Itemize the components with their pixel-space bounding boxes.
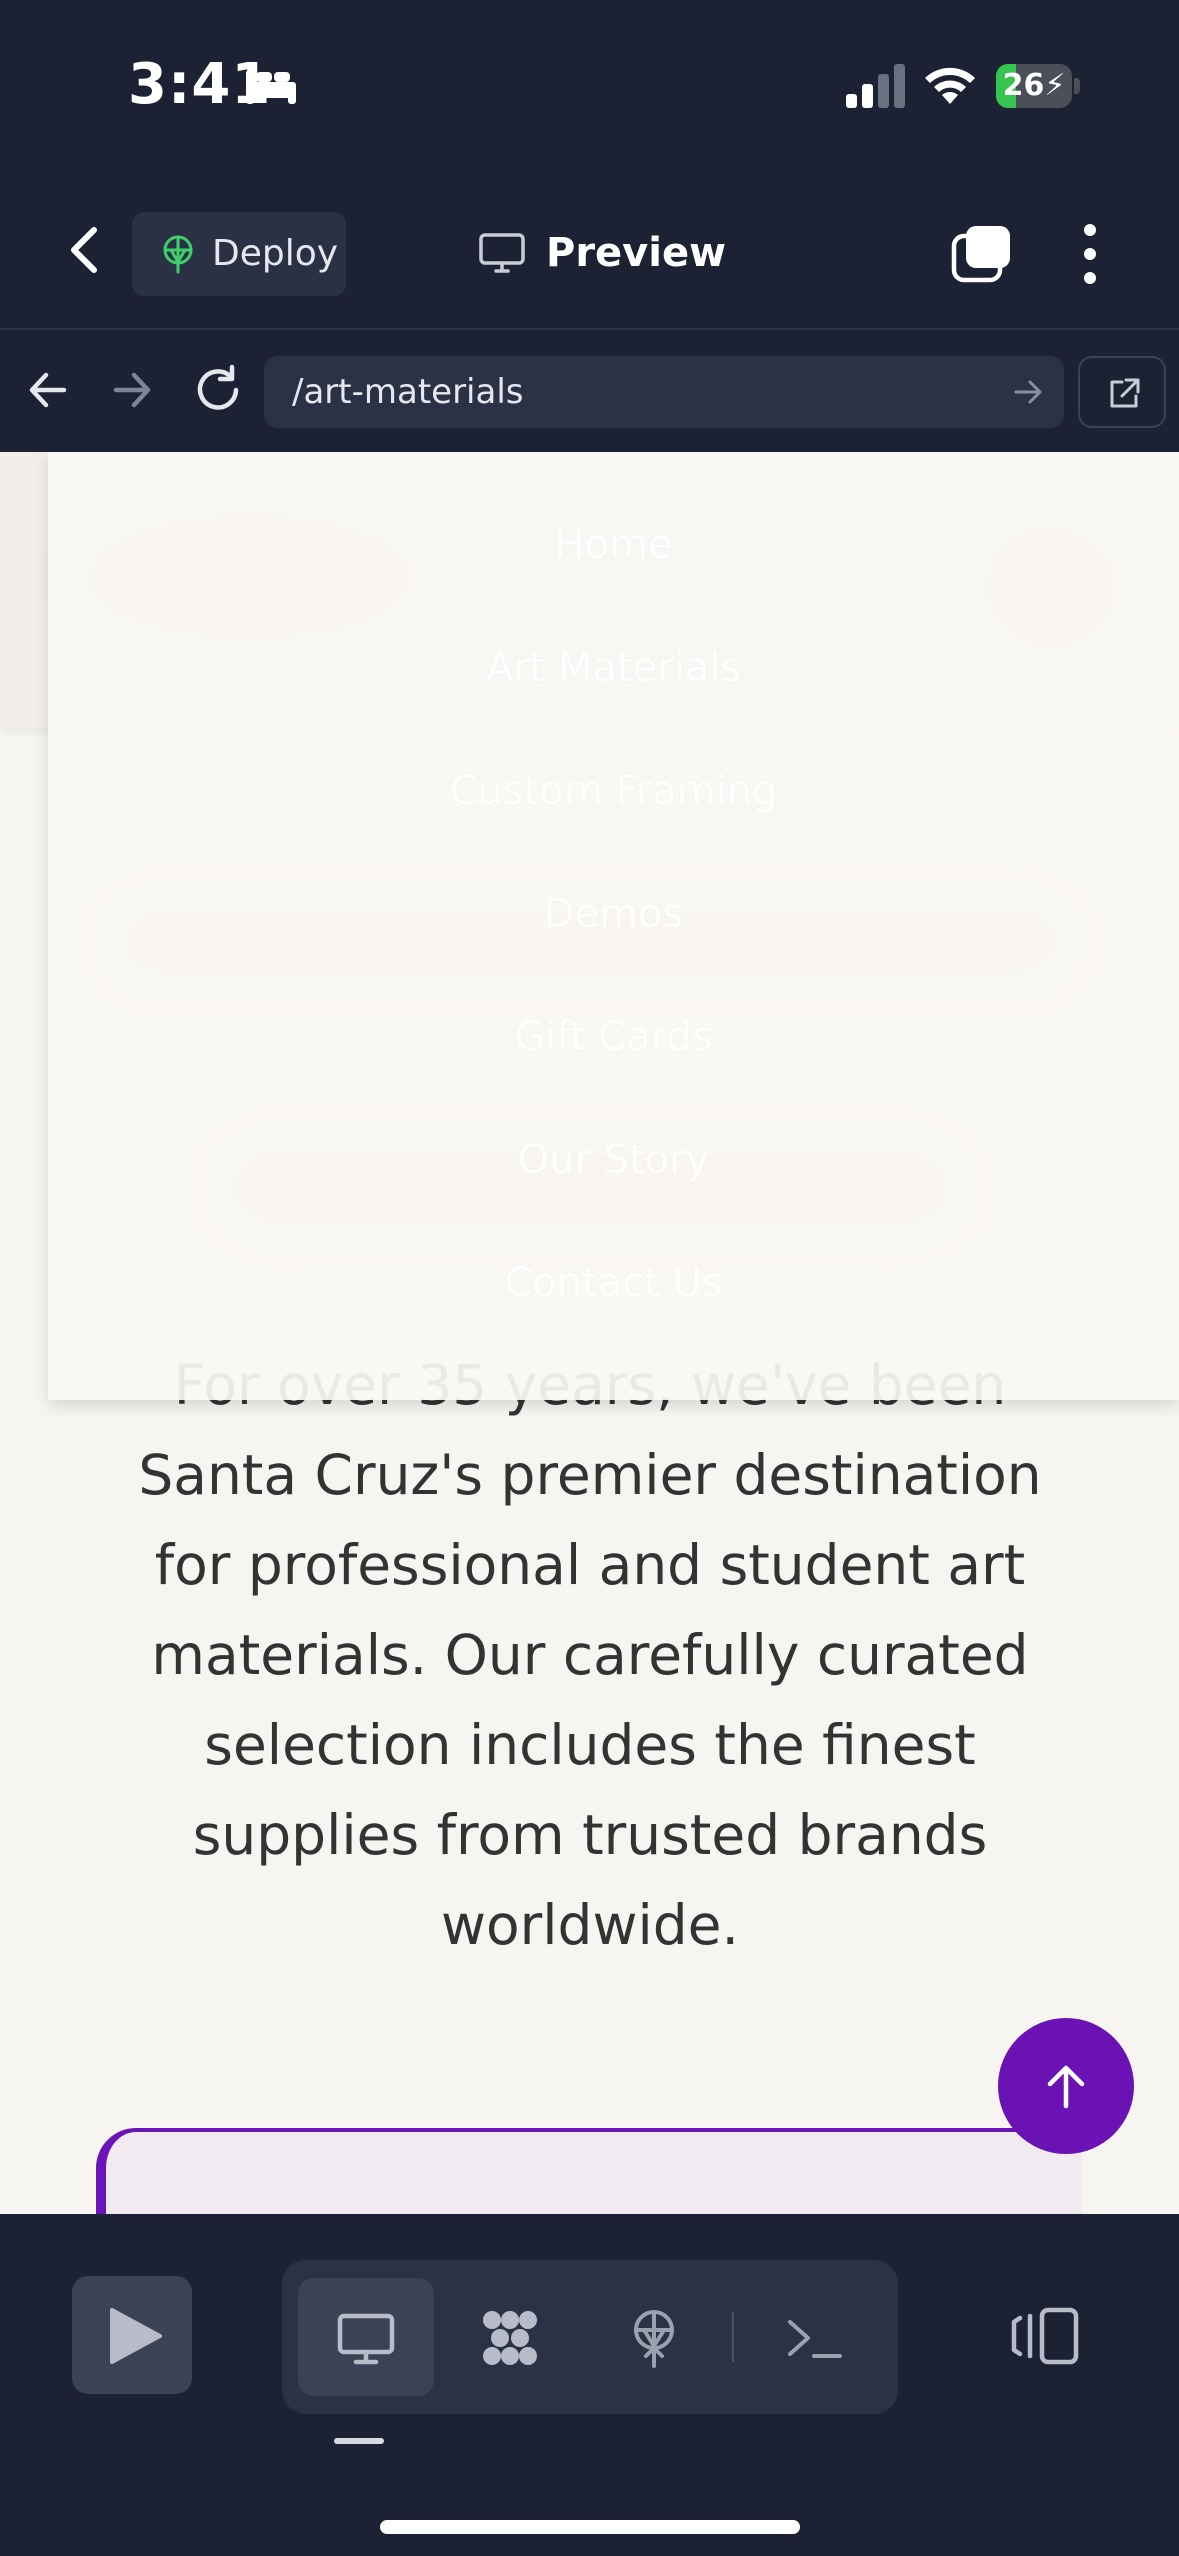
arrow-right-icon[interactable] xyxy=(108,366,156,414)
external-link-icon xyxy=(1110,378,1140,408)
packages-tool-button[interactable] xyxy=(442,2278,578,2396)
battery-level-text: 26 xyxy=(1002,68,1045,103)
monitor-icon xyxy=(479,233,525,273)
deploy-button[interactable]: Deploy xyxy=(132,212,346,296)
more-vertical-icon[interactable] xyxy=(1080,222,1100,286)
scroll-to-top-button[interactable] xyxy=(998,2018,1134,2154)
battery-cap xyxy=(1074,78,1080,94)
intro-line: selection includes the finest xyxy=(204,1713,976,1777)
url-text: /art-materials xyxy=(292,372,524,412)
mobile-nav-menu: Home Art Materials Custom Framing Demos … xyxy=(48,452,1179,1400)
menu-item-custom-framing[interactable]: Custom Framing xyxy=(48,768,1179,814)
deploy-label: Deploy xyxy=(212,233,339,274)
battery-body: 26⚡ xyxy=(996,64,1072,108)
intro-line: Santa Cruz's premier destination xyxy=(138,1443,1042,1507)
battery-indicator: 26⚡ xyxy=(996,64,1080,108)
sleep-focus-icon xyxy=(246,70,296,104)
tabs-icon[interactable] xyxy=(950,224,1012,284)
desktop-icon xyxy=(337,2313,395,2365)
feature-card xyxy=(96,2128,1082,2214)
intro-line: for professional and student art xyxy=(154,1533,1026,1597)
run-button[interactable] xyxy=(72,2276,192,2394)
app-header: Deploy Preview xyxy=(0,170,1179,330)
open-external-button[interactable] xyxy=(1078,356,1166,428)
terminal-icon xyxy=(788,2320,842,2358)
menu-item-home[interactable]: Home xyxy=(48,522,1179,568)
intro-line: supplies from trusted brands xyxy=(192,1803,988,1867)
go-arrow-icon[interactable] xyxy=(1012,376,1044,408)
webpage-viewport: For over 35 years, we've been Santa Cruz… xyxy=(0,452,1179,2214)
packages-icon xyxy=(483,2311,537,2365)
play-icon xyxy=(110,2308,162,2364)
shell-tool-button[interactable] xyxy=(746,2278,882,2396)
bottom-toolbar xyxy=(0,2214,1179,2556)
menu-item-contact-us[interactable]: Contact Us xyxy=(48,1260,1179,1306)
wifi-icon xyxy=(925,67,975,104)
battery-level: 26⚡ xyxy=(996,64,1072,108)
deploy-icon xyxy=(634,2310,674,2368)
browser-url-bar: /art-materials xyxy=(0,332,1179,452)
arrow-left-icon[interactable] xyxy=(24,366,72,414)
status-bar: 3:41 26⚡ xyxy=(0,0,1179,170)
home-indicator[interactable] xyxy=(380,2520,800,2534)
preview-tool-button[interactable] xyxy=(298,2278,434,2396)
tool-switcher xyxy=(282,2260,898,2414)
arrow-up-icon xyxy=(1047,2065,1085,2109)
active-tool-indicator xyxy=(334,2438,384,2444)
deploy-tool-button[interactable] xyxy=(586,2278,722,2396)
intro-paragraph: For over 35 years, we've been Santa Cruz… xyxy=(80,1340,1100,1970)
menu-item-gift-cards[interactable]: Gift Cards xyxy=(48,1014,1179,1060)
menu-item-our-story[interactable]: Our Story xyxy=(48,1137,1179,1183)
preview-label: Preview xyxy=(546,230,727,276)
toolbar-divider xyxy=(732,2312,734,2362)
menu-item-art-materials[interactable]: Art Materials xyxy=(48,645,1179,691)
menu-item-demos[interactable]: Demos xyxy=(48,891,1179,937)
url-input[interactable]: /art-materials xyxy=(264,356,1064,428)
back-chevron-icon[interactable] xyxy=(60,220,110,280)
intro-line: worldwide. xyxy=(441,1893,739,1957)
charging-bolt-icon: ⚡ xyxy=(1044,68,1066,103)
intro-line: materials. Our carefully curated xyxy=(151,1623,1029,1687)
deploy-icon xyxy=(163,235,193,274)
panel-toggle-icon[interactable] xyxy=(1010,2306,1080,2366)
reload-icon[interactable] xyxy=(192,364,244,416)
cellular-signal-icon xyxy=(846,64,905,108)
